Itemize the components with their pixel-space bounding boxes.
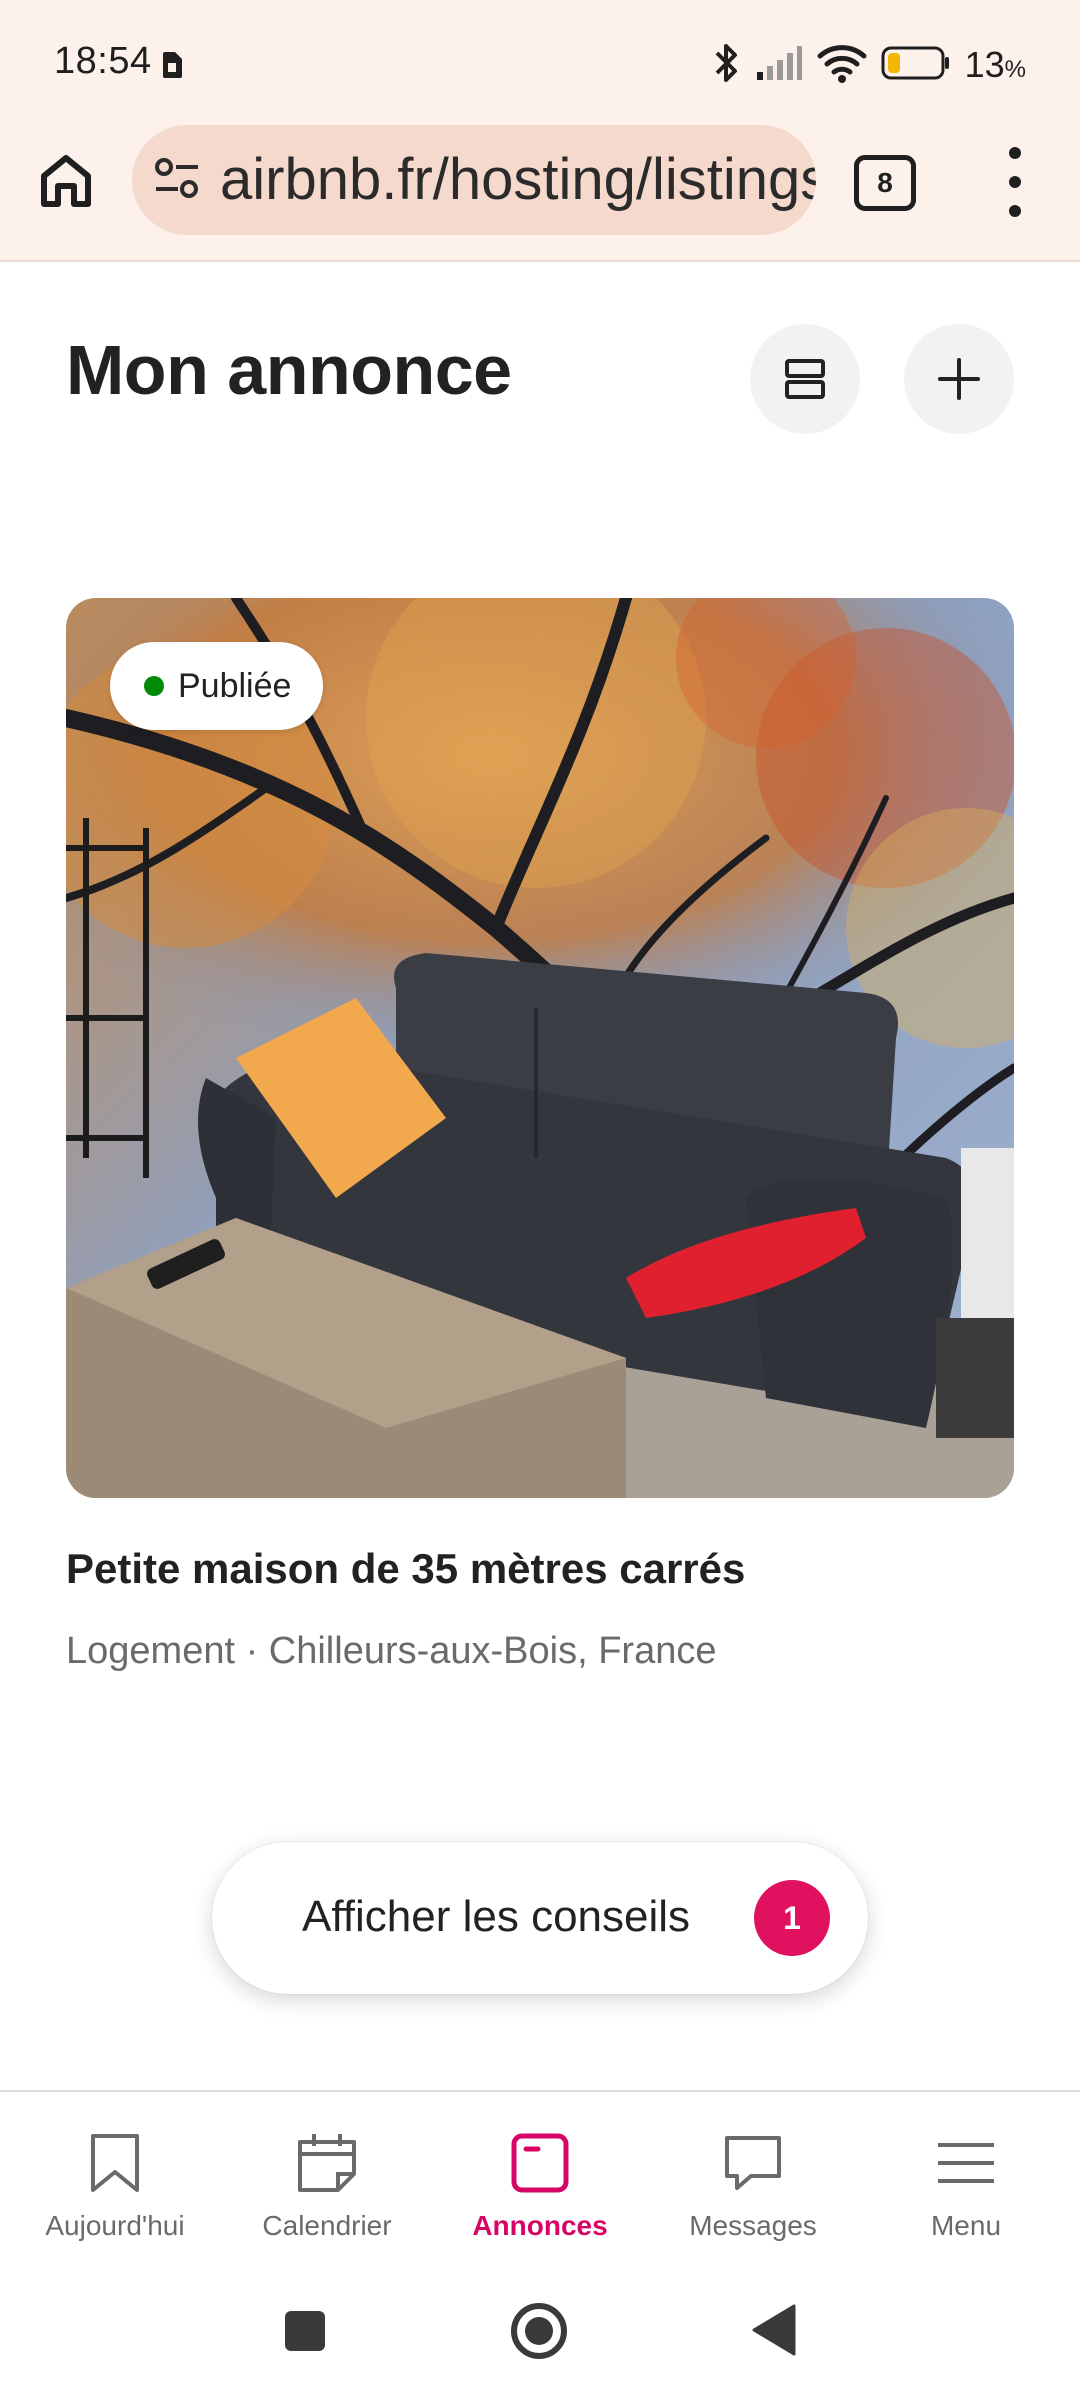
nav-label-calendar: Calendrier: [262, 2210, 392, 2241]
status-bar: 18:54 13%: [0, 0, 1080, 125]
sim-card-icon: [162, 52, 182, 83]
home-system-icon[interactable]: [510, 2302, 568, 2365]
listings-icon: [510, 2128, 570, 2198]
bluetooth-icon: [713, 42, 741, 89]
home-button[interactable]: [30, 145, 102, 217]
battery-icon: [881, 46, 951, 85]
more-options-icon[interactable]: [990, 147, 1040, 217]
tips-label: Afficher les conseils: [302, 1892, 691, 1941]
living-room-photo: [66, 598, 1014, 1498]
nav-item-calendar[interactable]: Calendrier: [227, 2128, 427, 2258]
listing-photo[interactable]: Publiée: [66, 598, 1014, 1498]
site-settings-icon[interactable]: [154, 155, 200, 208]
nav-item-listings[interactable]: Annonces: [440, 2128, 640, 2258]
status-indicators: 13%: [713, 40, 1026, 90]
recents-icon[interactable]: [284, 2310, 326, 2357]
bottom-navigation: Aujourd'hui Calendrier Annonces Messages…: [0, 2090, 1080, 2272]
add-listing-button[interactable]: [904, 324, 1014, 434]
status-time: 18:54: [54, 40, 152, 82]
nav-label-listings: Annonces: [472, 2210, 608, 2241]
nav-item-today[interactable]: Aujourd'hui: [15, 2128, 215, 2258]
listing-title[interactable]: Petite maison de 35 mètres carrés: [66, 1545, 745, 1593]
url-text[interactable]: airbnb.fr/hosting/listings: [220, 149, 816, 211]
bookmark-icon: [89, 2128, 141, 2198]
signal-icon: [755, 44, 803, 87]
message-icon: [721, 2128, 785, 2198]
tab-switcher-button[interactable]: 8: [854, 155, 916, 211]
nav-label-today: Aujourd'hui: [45, 2210, 185, 2241]
menu-icon: [936, 2128, 996, 2198]
back-icon[interactable]: [752, 2304, 796, 2361]
show-tips-button[interactable]: Afficher les conseils 1: [212, 1842, 868, 1994]
system-navigation: [0, 2272, 1080, 2400]
status-label: Publiée: [178, 666, 292, 705]
published-dot: [144, 676, 164, 696]
rows-icon: [785, 359, 825, 399]
tips-count-badge: 1: [754, 1880, 830, 1956]
nav-item-messages[interactable]: Messages: [653, 2128, 853, 2258]
browser-toolbar: airbnb.fr/hosting/listings 8: [0, 125, 1080, 262]
nav-item-menu[interactable]: Menu: [866, 2128, 1066, 2258]
plus-icon: [938, 358, 980, 400]
nav-label-menu: Menu: [930, 2210, 1002, 2241]
wifi-icon: [817, 43, 867, 88]
home-icon: [41, 155, 91, 207]
battery-percent: 13%: [964, 44, 1026, 85]
listing-subtitle: Logement · Chilleurs-aux-Bois, France: [66, 1630, 717, 1672]
address-bar[interactable]: airbnb.fr/hosting/listings: [132, 125, 816, 235]
view-toggle-button[interactable]: [750, 324, 860, 434]
nav-label-messages: Messages: [689, 2210, 817, 2241]
calendar-icon: [296, 2128, 358, 2198]
status-badge: Publiée: [110, 642, 324, 730]
page-title: Mon annonce: [66, 331, 512, 409]
